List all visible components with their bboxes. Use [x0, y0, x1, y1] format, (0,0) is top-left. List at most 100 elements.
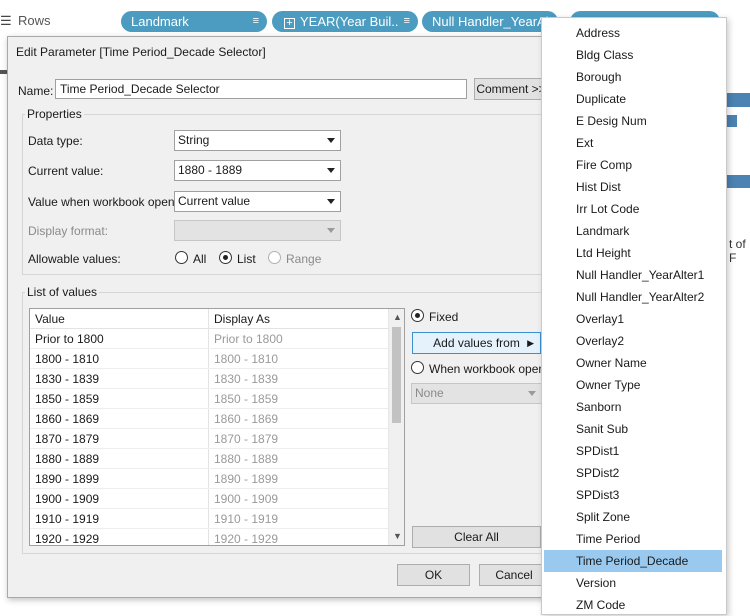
pill-year-built[interactable]: + YEAR(Year Buil.. ≡	[272, 11, 418, 32]
menu-item-spdist1[interactable]: SPDist1	[542, 440, 726, 462]
display-format-label: Display format:	[28, 224, 109, 238]
table-row[interactable]: 1890 - 1899 1890 - 1899	[30, 469, 388, 489]
when-workbook-opens-select: None	[411, 383, 542, 404]
column-header-display-as[interactable]: Display As	[214, 312, 270, 326]
name-field[interactable]: Time Period_Decade Selector	[55, 79, 467, 99]
table-row[interactable]: 1800 - 1810 1800 - 1810	[30, 349, 388, 369]
table-row[interactable]: 1910 - 1919 1910 - 1919	[30, 509, 388, 529]
row-value: Prior to 1800	[35, 332, 104, 346]
background-bar	[727, 93, 750, 107]
menu-item-e-desig-num[interactable]: E Desig Num	[542, 110, 726, 132]
row-display: 1850 - 1859	[214, 392, 279, 406]
row-display: 1870 - 1879	[214, 432, 279, 446]
when-workbook-opens-label: When workbook opens	[429, 362, 552, 376]
allowable-all-label: All	[193, 252, 207, 266]
table-row[interactable]: 1880 - 1889 1880 - 1889	[30, 449, 388, 469]
workbook-opens-label: Value when workbook opens:	[28, 195, 184, 209]
menu-item-fire-comp[interactable]: Fire Comp	[542, 154, 726, 176]
menu-item-owner-type[interactable]: Owner Type	[542, 374, 726, 396]
pill-label: Null Handler_YearAlt	[432, 14, 553, 29]
scroll-up-icon[interactable]: ▲	[393, 312, 402, 322]
menu-item-ext[interactable]: Ext	[542, 132, 726, 154]
row-display: 1890 - 1899	[214, 472, 279, 486]
menu-item-borough[interactable]: Borough	[542, 66, 726, 88]
row-display: 1830 - 1839	[214, 372, 279, 386]
when-workbook-opens-radio[interactable]	[411, 361, 424, 374]
menu-item-overlay1[interactable]: Overlay1	[542, 308, 726, 330]
menu-item-duplicate[interactable]: Duplicate	[542, 88, 726, 110]
allowable-all-radio[interactable]	[175, 251, 188, 264]
dropdown-arrow-icon	[327, 168, 335, 173]
add-values-from-button[interactable]: Add values from ▶	[412, 332, 541, 354]
menu-item-null-handler-yearalter2[interactable]: Null Handler_YearAlter2	[542, 286, 726, 308]
menu-item-irr-lot-code[interactable]: Irr Lot Code	[542, 198, 726, 220]
menu-item-hist-dist[interactable]: Hist Dist	[542, 176, 726, 198]
row-value: 1890 - 1899	[35, 472, 100, 486]
background-bar	[727, 175, 750, 188]
table-row[interactable]: 1850 - 1859 1850 - 1859	[30, 389, 388, 409]
menu-item-landmark[interactable]: Landmark	[542, 220, 726, 242]
add-values-label: Add values from	[433, 336, 520, 350]
workbook-opens-value: Current value	[178, 194, 251, 208]
row-value: 1850 - 1859	[35, 392, 100, 406]
table-scrollbar[interactable]: ▲ ▼	[388, 309, 404, 545]
menu-item-address[interactable]: Address	[542, 22, 726, 44]
menu-item-time-period[interactable]: Time Period	[542, 528, 726, 550]
properties-label: Properties	[25, 107, 84, 121]
menu-item-owner-name[interactable]: Owner Name	[542, 352, 726, 374]
menu-item-time-period-decade[interactable]: Time Period_Decade	[544, 550, 722, 572]
table-row[interactable]: 1830 - 1839 1830 - 1839	[30, 369, 388, 389]
pill-label: Landmark	[131, 14, 189, 29]
table-header: Value Display As	[30, 309, 388, 329]
menu-item-overlay2[interactable]: Overlay2	[542, 330, 726, 352]
menu-item-split-zone[interactable]: Split Zone	[542, 506, 726, 528]
menu-item-version[interactable]: Version	[542, 572, 726, 594]
scrollbar-thumb[interactable]	[392, 327, 401, 423]
ok-button[interactable]: OK	[397, 564, 470, 586]
clear-all-button[interactable]: Clear All	[412, 526, 541, 548]
menu-item-spdist3[interactable]: SPDist3	[542, 484, 726, 506]
allowable-list-radio[interactable]	[219, 251, 232, 264]
menu-item-bldg-class[interactable]: Bldg Class	[542, 44, 726, 66]
dropdown-arrow-icon	[327, 138, 335, 143]
data-type-select[interactable]: String	[174, 130, 341, 151]
current-value-value: 1880 - 1889	[178, 163, 243, 177]
scroll-down-icon[interactable]: ▼	[393, 531, 402, 541]
field-dropdown-menu: Address Bldg Class Borough Duplicate E D…	[541, 17, 727, 615]
table-row[interactable]: Prior to 1800 Prior to 1800	[30, 329, 388, 349]
row-display: 1910 - 1919	[214, 512, 279, 526]
column-header-value[interactable]: Value	[35, 312, 65, 326]
menu-item-sanborn[interactable]: Sanborn	[542, 396, 726, 418]
workbook-opens-select[interactable]: Current value	[174, 191, 341, 212]
table-row[interactable]: 1900 - 1909 1900 - 1909	[30, 489, 388, 509]
row-value: 1920 - 1929	[35, 532, 100, 546]
sort-icon: ≡	[252, 15, 259, 27]
current-value-select[interactable]: 1880 - 1889	[174, 160, 341, 181]
allowable-range-radio[interactable]	[268, 251, 281, 264]
menu-item-null-handler-yearalter1[interactable]: Null Handler_YearAlter1	[542, 264, 726, 286]
comment-button[interactable]: Comment >>	[474, 78, 548, 100]
table-row[interactable]: 1920 - 1929 1920 - 1929	[30, 529, 388, 546]
menu-item-ltd-height[interactable]: Ltd Height	[542, 242, 726, 264]
values-table: Value Display As Prior to 1800 Prior to 1…	[29, 308, 405, 546]
menu-item-zm-code[interactable]: ZM Code	[542, 594, 726, 616]
sort-icon: ≡	[403, 15, 410, 27]
row-value: 1900 - 1909	[35, 492, 100, 506]
allowable-range-label: Range	[286, 252, 322, 266]
when-opens-value: None	[415, 386, 444, 400]
cancel-button[interactable]: Cancel	[479, 564, 549, 586]
fixed-radio[interactable]	[411, 309, 424, 322]
row-display: 1860 - 1869	[214, 412, 279, 426]
table-row[interactable]: 1860 - 1869 1860 - 1869	[30, 409, 388, 429]
background-cut-text: t of F	[729, 237, 746, 265]
submenu-arrow-icon: ▶	[527, 338, 534, 348]
menu-item-spdist2[interactable]: SPDist2	[542, 462, 726, 484]
row-value: 1910 - 1919	[35, 512, 100, 526]
menu-item-sanit-sub[interactable]: Sanit Sub	[542, 418, 726, 440]
display-format-select	[174, 220, 341, 241]
pill-null-handler[interactable]: Null Handler_YearAlt	[422, 11, 558, 32]
pill-landmark[interactable]: Landmark ≡	[121, 11, 267, 32]
row-display: 1880 - 1889	[214, 452, 279, 466]
table-row[interactable]: 1870 - 1879 1870 - 1879	[30, 429, 388, 449]
edit-parameter-dialog: Edit Parameter [Time Period_Decade Selec…	[7, 36, 552, 598]
